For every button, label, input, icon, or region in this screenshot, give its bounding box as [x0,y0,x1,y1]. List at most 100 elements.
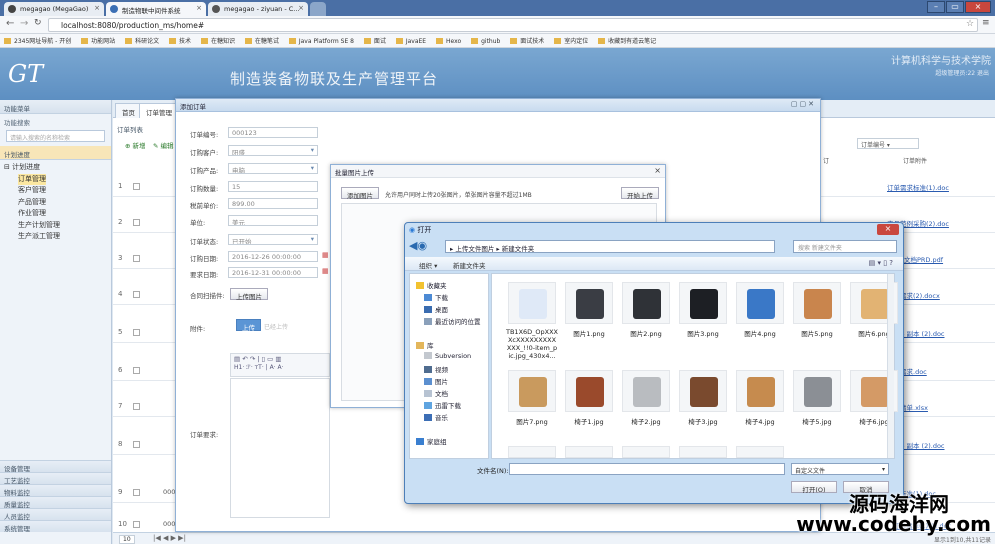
bookmark[interactable]: 室内定位 [554,36,588,45]
url-input[interactable]: localhost:8080/production_ms/home# [48,18,978,32]
nav-music[interactable]: 音乐 [424,412,448,422]
file-name[interactable]: 图片7.png [502,416,562,426]
star-icon[interactable]: ☆ [966,19,974,29]
browser-tab-ziyuan[interactable]: megagao - ziyuan - C... × [208,2,308,16]
file-thumbnail[interactable] [622,446,670,458]
bookmark[interactable]: 在糖知识 [201,36,235,45]
file-thumbnail[interactable] [508,282,556,324]
bookmark[interactable]: 技术 [169,36,191,45]
bookmark[interactable]: 2345网址导航 - 开创 [4,36,71,45]
calendar-icon[interactable]: ▦ [322,267,329,275]
field-input[interactable]: 000123 [228,127,318,138]
menu-section[interactable]: 计划进度 [0,146,111,160]
nav-videos[interactable]: 视频 [424,364,448,374]
bookmark[interactable]: Java Platform SE 8 [289,38,354,45]
tree-item[interactable]: 产品管理 [4,197,107,209]
file-name[interactable]: TB1X6D_OpXXXXcXXXXXXXXXXXX_!!0-item_pic.… [506,328,558,360]
menu-section[interactable]: 工艺监控 [0,472,111,485]
file-thumbnail[interactable] [622,370,670,412]
nav-favorites[interactable]: 收藏夹 [416,280,447,290]
file-name[interactable]: 椅子3.jpg [673,416,733,426]
nav-pictures[interactable]: 图片 [424,376,448,386]
field-input[interactable]: 已开始 [228,234,318,245]
new-folder-button[interactable]: 新建文件夹 [453,260,486,270]
menu-section[interactable]: 系统管理 [0,520,111,533]
row-attachment-link[interactable]: 订单需求标准(1).doc [887,182,949,192]
menu-section[interactable]: 设备管理 [0,460,111,473]
file-name[interactable]: 图片6.png [844,328,904,338]
menu-section[interactable]: 质量监控 [0,496,111,509]
file-thumbnail[interactable] [679,446,727,458]
field-input[interactable]: 电脑 [228,163,318,174]
field-input[interactable]: 2016-12-31 00:00:00 [228,267,318,278]
row-checkbox[interactable] [133,441,140,448]
file-name[interactable]: 椅子1.jpg [559,416,619,426]
rich-editor-toolbar[interactable]: ▤ ↶ ↷ | ▯ ▭ ▥ H1· ℱ· ᴛT· | A· A· [230,353,330,377]
file-dialog-close[interactable]: × [877,224,899,235]
tree-item[interactable]: 生产派工管理 [4,231,107,243]
open-button[interactable]: 打开(O) [791,481,837,494]
browser-tab-github[interactable]: megagao (MegaGao) × [4,2,104,16]
file-thumbnail[interactable] [793,370,841,412]
field-input[interactable]: 2016-12-26 00:00:00 [228,251,318,262]
nav-downloads[interactable]: 下载 [424,292,448,302]
tab-order[interactable]: 订单管理 [139,103,179,118]
file-thumbnail[interactable] [565,370,613,412]
file-thumbnail[interactable] [622,282,670,324]
bookmark[interactable]: 在糖笔试 [245,36,279,45]
menu-icon[interactable]: ≡ [982,18,990,28]
file-name[interactable]: 图片5.png [787,328,847,338]
row-checkbox[interactable] [133,521,140,528]
tree-item[interactable]: ⊟ 计划进度 [4,162,107,174]
browser-tab-app[interactable]: 制造物联中间件系统 × [106,2,206,16]
menu-section[interactable]: 物料监控 [0,484,111,497]
nav-libraries[interactable]: 库 [416,340,434,350]
bookmark[interactable]: github [471,38,500,45]
row-checkbox[interactable] [133,291,140,298]
file-thumbnail[interactable] [736,446,784,458]
menu-search-input[interactable]: 请输入搜索的名称检索 [6,130,105,142]
file-type-select[interactable]: 自定义文件 ▾ [791,463,889,475]
new-tab-button[interactable] [310,2,326,16]
close-icon[interactable]: × [196,4,202,12]
tree-item[interactable]: 作业管理 [4,208,107,220]
file-thumbnail[interactable] [736,282,784,324]
add-image-button[interactable]: 添加图片 [341,187,379,200]
nav-recent[interactable]: 最近访问的位置 [424,316,481,326]
file-name[interactable]: 椅子2.jpg [616,416,676,426]
nav-thunder[interactable]: 迅雷下载 [424,400,461,410]
search-field-select[interactable]: 订单编号 ▾ [857,138,919,149]
add-button[interactable]: ⊕ 新增 [125,140,146,150]
rich-editor-body[interactable] [230,378,330,518]
start-upload-button[interactable]: 开始上传 [621,187,659,200]
nav-documents[interactable]: 文档 [424,388,448,398]
forward-icon[interactable]: → [20,18,28,29]
path-breadcrumb[interactable]: ▸ 上传文件图片 ▸ 新建文件夹 [445,240,775,253]
window-close-button[interactable]: × [965,1,991,13]
back-forward-icons[interactable]: ◀◉ [409,239,427,252]
bookmark[interactable]: JavaEE [396,38,426,45]
pager-nav-icons[interactable]: |◀ ◀ ▶ ▶| [153,534,186,542]
file-name[interactable]: 椅子6.jpg [844,416,904,426]
upload-button[interactable]: 上传 [236,319,261,332]
bookmark[interactable]: Hexo [436,38,461,45]
file-name[interactable]: 图片2.png [616,328,676,338]
menu-section[interactable]: 人员监控 [0,508,111,521]
file-thumbnail[interactable] [565,446,613,458]
bookmark[interactable]: 功能网站 [81,36,115,45]
row-checkbox[interactable] [133,219,140,226]
file-thumbnail[interactable] [679,282,727,324]
field-input[interactable]: 899.00 [228,198,318,209]
edit-button[interactable]: ✎ 编辑 [153,140,174,150]
view-icons[interactable]: ▤ ▾ ▯ ? [869,259,893,267]
reload-icon[interactable]: ↻ [34,18,42,28]
minimize-button[interactable]: – [927,1,945,13]
bookmark[interactable]: 面试 [364,36,386,45]
close-icon[interactable]: × [94,4,100,12]
file-name[interactable]: 图片4.png [730,328,790,338]
page-size-select[interactable]: 10 [119,535,135,544]
dialog-window-controls[interactable]: ▢▢✕ [791,100,816,108]
bookmark[interactable]: 科研论文 [125,36,159,45]
file-thumbnail[interactable] [793,282,841,324]
file-search-input[interactable]: 搜索 新建文件夹 [793,240,897,253]
